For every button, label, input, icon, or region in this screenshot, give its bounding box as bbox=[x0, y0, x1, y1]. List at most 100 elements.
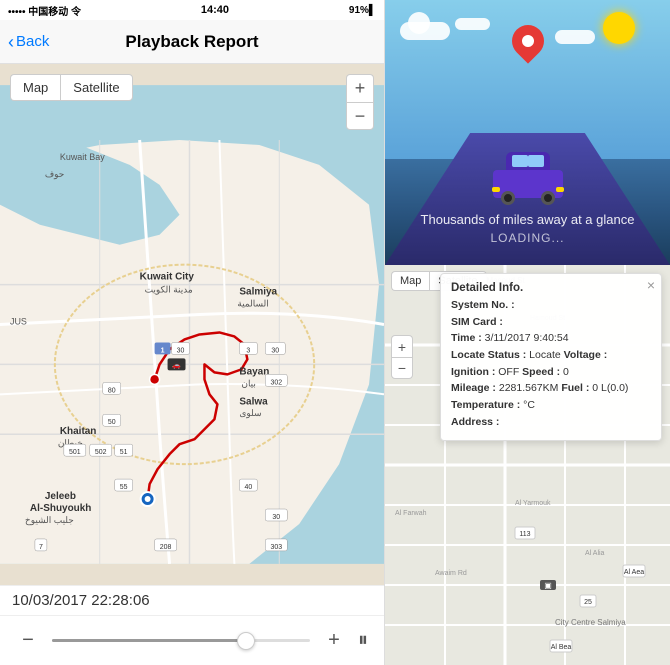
svg-text:Awaim Rd: Awaim Rd bbox=[435, 570, 467, 577]
svg-text:30: 30 bbox=[272, 514, 280, 521]
car-window-left bbox=[512, 155, 528, 167]
car-illustration bbox=[493, 170, 563, 210]
svg-text:30: 30 bbox=[271, 347, 279, 354]
map-type-controls: Map Satellite bbox=[10, 74, 133, 101]
carrier-signal: ••••• 中国移动 令 bbox=[8, 3, 81, 18]
sun-icon bbox=[603, 12, 635, 44]
detail-title: Detailed Info. bbox=[451, 282, 651, 294]
detail-info-popup: × Detailed Info. System No. : SIM Card :… bbox=[440, 273, 662, 441]
illustration-text: Thousands of miles away at a glance LOAD… bbox=[421, 212, 635, 245]
status-bar: ••••• 中国移动 令 14:40 91%▌ bbox=[0, 0, 384, 20]
svg-text:3: 3 bbox=[246, 347, 250, 354]
bottom-map[interactable]: Abdul Bin Masoud St Hamoud St Al Farwah … bbox=[385, 265, 670, 665]
battery-signal: 91%▌ bbox=[349, 5, 376, 16]
cloud-icon-3 bbox=[455, 18, 490, 30]
page-title: Playback Report bbox=[125, 32, 258, 52]
cloud-icon-2 bbox=[555, 30, 595, 44]
bottom-zoom-in-button[interactable]: + bbox=[391, 335, 413, 357]
detail-system-no: System No. : bbox=[451, 298, 651, 313]
timestamp-display: 10/03/2017 22:28:06 bbox=[0, 585, 384, 615]
svg-text:303: 303 bbox=[270, 544, 282, 551]
illustration-section: Thousands of miles away at a glance LOAD… bbox=[385, 0, 670, 265]
svg-text:1: 1 bbox=[161, 347, 165, 354]
svg-text:سلوى: سلوى bbox=[239, 408, 261, 419]
svg-text:Al Farwah: Al Farwah bbox=[395, 510, 427, 517]
svg-text:Kuwait Bay: Kuwait Bay bbox=[60, 152, 105, 162]
back-chevron-icon: ‹ bbox=[8, 33, 14, 51]
svg-text:50: 50 bbox=[108, 419, 116, 426]
pause-button[interactable]: ⏸ bbox=[358, 629, 368, 652]
svg-text:302: 302 bbox=[270, 379, 282, 386]
svg-text:208: 208 bbox=[160, 544, 172, 551]
svg-text:Jeleeb: Jeleeb bbox=[45, 491, 76, 502]
zoom-controls: + − bbox=[346, 74, 374, 130]
bottom-map-button[interactable]: Map bbox=[391, 271, 429, 291]
map-button[interactable]: Map bbox=[10, 74, 60, 101]
svg-text:جليب الشيوخ: جليب الشيوخ bbox=[25, 515, 74, 526]
svg-text:بيان: بيان bbox=[241, 378, 256, 388]
svg-text:Al-Shuyoukh: Al-Shuyoukh bbox=[30, 503, 91, 514]
back-button[interactable]: ‹ Back bbox=[8, 33, 49, 51]
svg-text:حوف: حوف bbox=[45, 169, 64, 180]
speed-down-button[interactable]: − bbox=[16, 629, 40, 652]
svg-text:Kuwait City: Kuwait City bbox=[140, 272, 195, 283]
svg-text:▣: ▣ bbox=[544, 581, 552, 590]
svg-text:JUS: JUS bbox=[10, 317, 27, 327]
svg-text:السالمية: السالمية bbox=[237, 299, 268, 309]
map-view[interactable]: Kuwait Bay حوف Kuwait City مدينة الكويت … bbox=[0, 64, 384, 585]
right-panel: Thousands of miles away at a glance LOAD… bbox=[385, 0, 670, 665]
svg-text:7: 7 bbox=[39, 544, 43, 551]
tagline: Thousands of miles away at a glance bbox=[421, 212, 635, 227]
car-body bbox=[493, 170, 563, 198]
detail-close-button[interactable]: × bbox=[647, 278, 655, 292]
svg-text:Al Aea: Al Aea bbox=[624, 569, 644, 576]
svg-text:Al Yarmouk: Al Yarmouk bbox=[515, 500, 551, 507]
svg-text:Al Alia: Al Alia bbox=[585, 550, 605, 557]
detail-sim-card: SIM Card : bbox=[451, 315, 651, 330]
svg-text:30: 30 bbox=[177, 347, 185, 354]
clock: 14:40 bbox=[201, 4, 229, 16]
svg-text:25: 25 bbox=[584, 599, 592, 606]
progress-thumb[interactable] bbox=[237, 632, 255, 650]
svg-text:🚗: 🚗 bbox=[172, 362, 181, 369]
svg-text:40: 40 bbox=[244, 484, 252, 491]
wheel-left bbox=[501, 191, 515, 205]
cloud-icon-1 bbox=[400, 22, 450, 40]
svg-text:مدينة الكويت: مدينة الكويت bbox=[145, 285, 193, 296]
svg-text:502: 502 bbox=[95, 449, 107, 456]
detail-ignition: Ignition : OFF Speed : 0 bbox=[451, 365, 651, 380]
wheel-right bbox=[541, 191, 555, 205]
svg-text:501: 501 bbox=[69, 449, 81, 456]
svg-text:Salmiya: Salmiya bbox=[239, 287, 277, 298]
progress-bar[interactable] bbox=[52, 639, 310, 642]
left-panel: ••••• 中国移动 令 14:40 91%▌ ‹ Back Playback … bbox=[0, 0, 385, 665]
svg-text:Khaitan: Khaitan bbox=[60, 426, 97, 437]
svg-text:Salwa: Salwa bbox=[239, 396, 268, 407]
bottom-zoom-controls: + − bbox=[391, 335, 413, 379]
loading-text: LOADING... bbox=[421, 231, 635, 245]
detail-address: Address : bbox=[451, 415, 651, 430]
detail-time: Time : 3/11/2017 9:40:54 bbox=[451, 331, 651, 346]
detail-mileage: Mileage : 2281.567KM Fuel : 0 L(0.0) bbox=[451, 381, 651, 396]
speed-up-button[interactable]: + bbox=[322, 629, 346, 652]
playback-controls: − + ⏸ bbox=[0, 615, 384, 665]
timestamp-value: 10/03/2017 22:28:06 bbox=[12, 592, 150, 609]
svg-text:113: 113 bbox=[519, 531, 530, 538]
car-roof bbox=[506, 152, 550, 172]
svg-text:City Centre Salmiya: City Centre Salmiya bbox=[555, 618, 626, 627]
svg-text:Bayan: Bayan bbox=[239, 366, 269, 377]
back-label: Back bbox=[16, 33, 49, 50]
svg-text:51: 51 bbox=[120, 449, 128, 456]
svg-text:Al Bea: Al Bea bbox=[551, 644, 572, 651]
detail-locate-status: Locate Status : Locate Voltage : bbox=[451, 348, 651, 363]
headlight-right bbox=[556, 187, 564, 192]
zoom-out-button[interactable]: − bbox=[346, 102, 374, 130]
header: ‹ Back Playback Report bbox=[0, 20, 384, 64]
satellite-button[interactable]: Satellite bbox=[60, 74, 132, 101]
headlight-left bbox=[492, 187, 500, 192]
zoom-in-button[interactable]: + bbox=[346, 74, 374, 102]
location-pin-icon bbox=[512, 25, 544, 57]
pin-head bbox=[505, 18, 550, 63]
svg-text:55: 55 bbox=[120, 484, 128, 491]
bottom-zoom-out-button[interactable]: − bbox=[391, 357, 413, 379]
